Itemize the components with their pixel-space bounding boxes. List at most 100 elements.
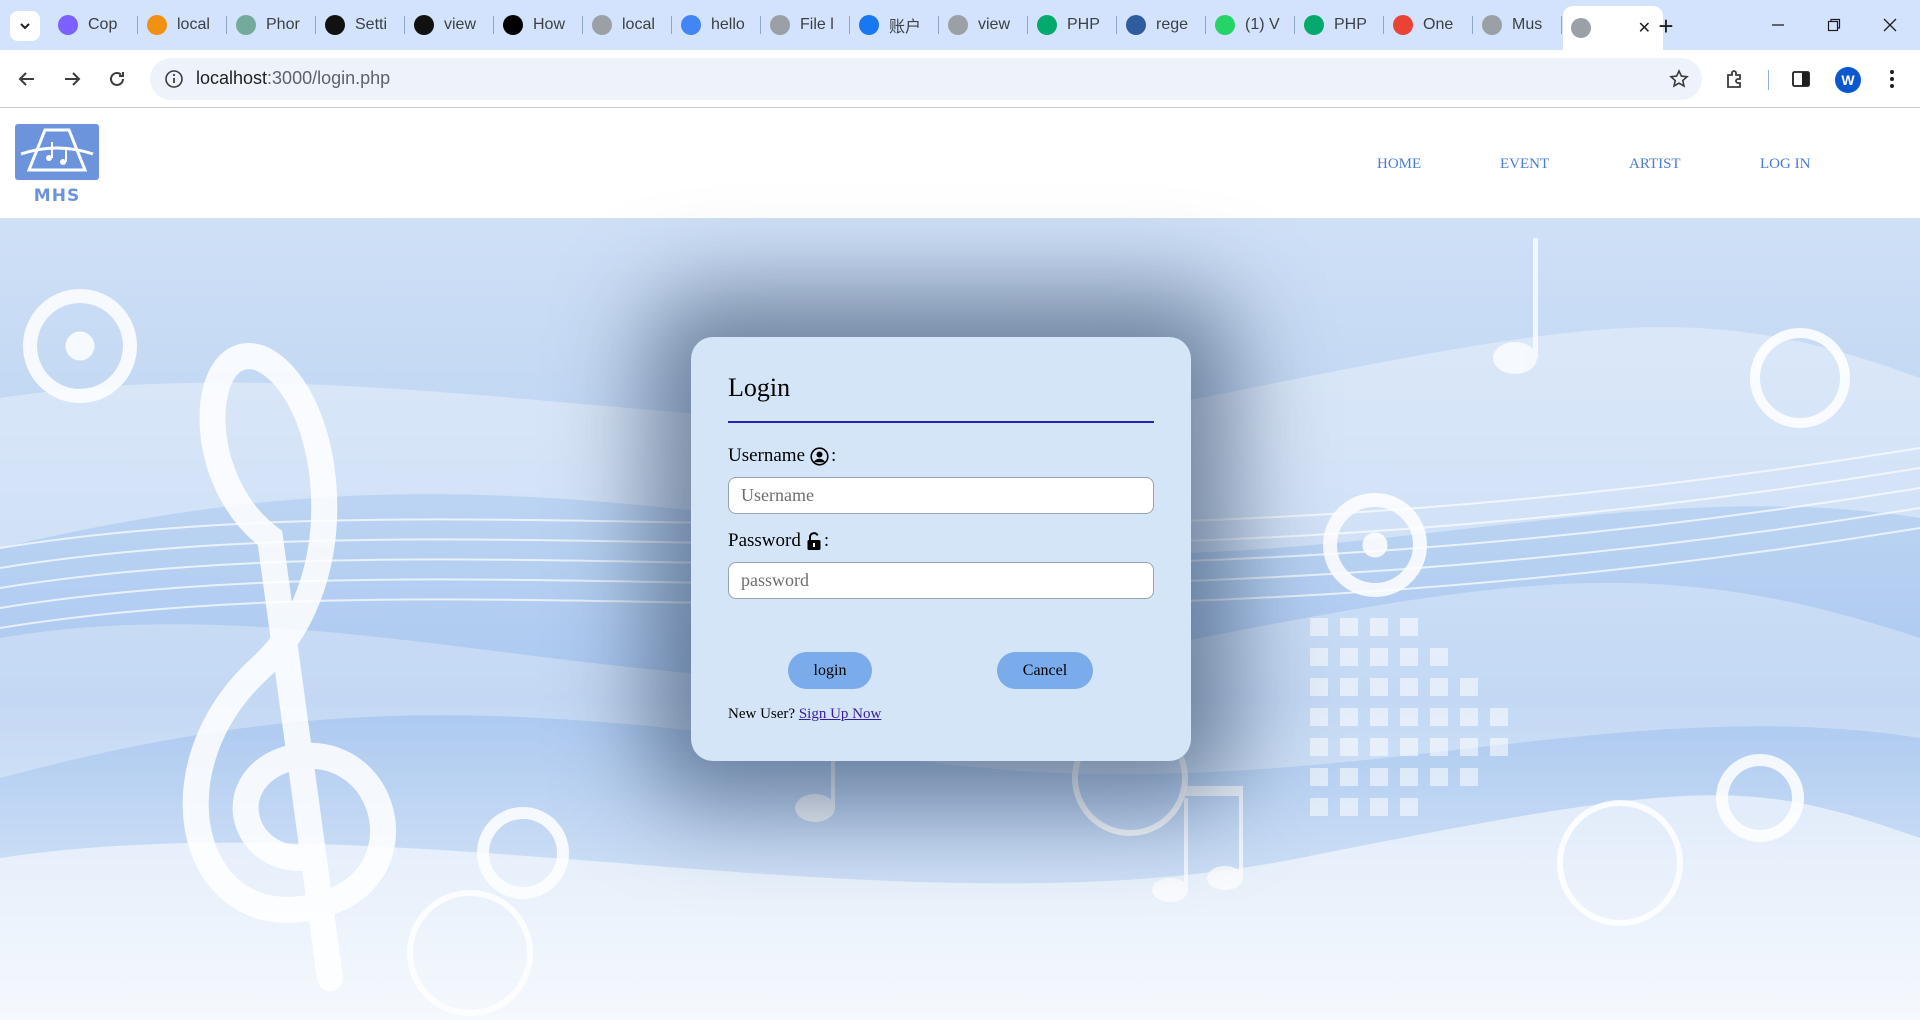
- codepen-icon: [414, 15, 434, 35]
- plus-icon: +: [1658, 10, 1674, 41]
- browser-tab[interactable]: PHP: [1296, 6, 1384, 44]
- browser-tab-label: Cop: [88, 16, 118, 33]
- browser-tab[interactable]: rege: [1118, 6, 1206, 44]
- browser-tab[interactable]: Phor: [228, 6, 316, 44]
- password-label: Password :: [728, 530, 829, 552]
- r-icon: [1126, 15, 1146, 35]
- w3schools-icon: [1304, 15, 1324, 35]
- password-label-text: Password: [728, 530, 801, 551]
- username-input[interactable]: [728, 477, 1154, 514]
- puzzle-icon: [1727, 70, 1741, 88]
- browser-tab[interactable]: local: [139, 6, 227, 44]
- copilot-icon: [58, 15, 78, 35]
- menu-button[interactable]: [1875, 62, 1909, 96]
- signup-link[interactable]: Sign Up Now: [799, 706, 882, 722]
- browser-tab[interactable]: view: [406, 6, 494, 44]
- login-button[interactable]: login: [788, 652, 872, 689]
- toolbar-divider: [1768, 70, 1769, 90]
- browser-tab-strip: Cop local Phor Setti view How local hello File l…: [0, 0, 1920, 50]
- browser-tab[interactable]: (1) V: [1207, 6, 1295, 44]
- globe-icon: [1482, 15, 1502, 35]
- logo-text: MHS: [33, 186, 81, 206]
- cancel-button[interactable]: Cancel: [997, 652, 1093, 689]
- new-user-text: New User?: [728, 706, 796, 722]
- browser-toolbar: localhost:3000/login.php W: [0, 50, 1920, 108]
- google-icon: [681, 15, 701, 35]
- browser-tab[interactable]: hello: [673, 6, 761, 44]
- arrow-right-icon: [65, 72, 81, 86]
- browser-tab-active[interactable]: ✕: [1563, 6, 1663, 50]
- browser-tab-label: local: [177, 16, 210, 33]
- url-text[interactable]: localhost:3000/login.php: [196, 68, 390, 89]
- username-label: Username :: [728, 445, 836, 467]
- browser-tab-label: view: [978, 16, 1011, 33]
- back-button[interactable]: [10, 62, 44, 96]
- chevron-down-icon: [20, 23, 30, 30]
- browser-tab[interactable]: view: [940, 6, 1028, 44]
- login-title: Login: [728, 373, 791, 402]
- facebook-icon: [859, 15, 879, 35]
- tab-list: Cop local Phor Setti view How local hello File l…: [50, 6, 1663, 50]
- reload-button[interactable]: [100, 62, 134, 96]
- reload-icon: [110, 71, 124, 86]
- phpmyadmin-icon: [147, 15, 167, 35]
- globe-icon: [770, 15, 790, 35]
- password-input[interactable]: [728, 562, 1154, 599]
- page-viewport: MHS HOME EVENT ARTIST LOG IN Login Usern…: [0, 108, 1920, 1020]
- globe-icon: [1571, 18, 1591, 38]
- chatgpt-icon: [236, 15, 256, 35]
- extensions-button[interactable]: [1718, 62, 1752, 96]
- url-host: localhost: [196, 68, 268, 88]
- browser-tab[interactable]: Setti: [317, 6, 405, 44]
- music-logo-icon: [20, 128, 94, 172]
- profile-avatar[interactable]: W: [1835, 67, 1861, 93]
- username-colon: :: [831, 445, 837, 466]
- minimize-button[interactable]: [1750, 8, 1806, 42]
- codepen-icon: [325, 15, 345, 35]
- browser-tab[interactable]: How: [495, 6, 583, 44]
- url-path: :3000/login.php: [267, 68, 391, 88]
- browser-tab[interactable]: 账户: [851, 6, 939, 44]
- nav-event[interactable]: EVENT: [1500, 156, 1549, 173]
- address-bar[interactable]: localhost:3000/login.php: [150, 58, 1702, 100]
- nav-home[interactable]: HOME: [1377, 156, 1421, 173]
- browser-tab[interactable]: One: [1385, 6, 1473, 44]
- nav-login[interactable]: LOG IN: [1760, 156, 1810, 173]
- site-info-icon[interactable]: [162, 67, 186, 91]
- logo-mark: [15, 124, 99, 180]
- browser-tab-label: File l: [800, 16, 834, 33]
- new-user-row: New User? Sign Up Now: [728, 706, 881, 723]
- maps-icon: [1393, 15, 1413, 35]
- browser-tab-label: hello: [711, 16, 745, 33]
- browser-tab[interactable]: Cop: [50, 6, 138, 44]
- whatsapp-icon: [1215, 15, 1235, 35]
- bookmark-star-icon[interactable]: [1666, 66, 1692, 92]
- more-vert-icon: [1890, 70, 1894, 88]
- browser-tab[interactable]: Mus: [1474, 6, 1562, 44]
- close-window-button[interactable]: [1862, 8, 1918, 42]
- new-tab-button[interactable]: +: [1651, 11, 1681, 41]
- tab-search-button[interactable]: [10, 11, 40, 41]
- w3schools-icon: [1037, 15, 1057, 35]
- arrow-left-icon: [18, 72, 34, 86]
- browser-tab[interactable]: local: [584, 6, 672, 44]
- user-circle-icon: [810, 446, 829, 466]
- browser-tab[interactable]: PHP: [1029, 6, 1117, 44]
- side-panel-icon: [1792, 71, 1810, 87]
- site-logo[interactable]: MHS: [15, 124, 99, 210]
- globe-icon: [592, 15, 612, 35]
- forward-button[interactable]: [55, 62, 89, 96]
- restore-button[interactable]: [1806, 8, 1862, 42]
- browser-tab[interactable]: File l: [762, 6, 850, 44]
- username-label-text: Username: [728, 445, 806, 466]
- browser-tab-label: (1) V: [1245, 16, 1280, 33]
- minimize-icon: [1772, 24, 1784, 26]
- unlock-icon: [806, 531, 822, 551]
- browser-tab-label: Mus: [1512, 16, 1543, 33]
- globe-icon: [948, 15, 968, 35]
- close-tab-icon[interactable]: ✕: [1638, 18, 1651, 38]
- nav-artist[interactable]: ARTIST: [1629, 156, 1681, 173]
- browser-tab-label: One: [1423, 16, 1454, 33]
- restore-icon: [1827, 18, 1841, 32]
- side-panel-button[interactable]: [1784, 62, 1818, 96]
